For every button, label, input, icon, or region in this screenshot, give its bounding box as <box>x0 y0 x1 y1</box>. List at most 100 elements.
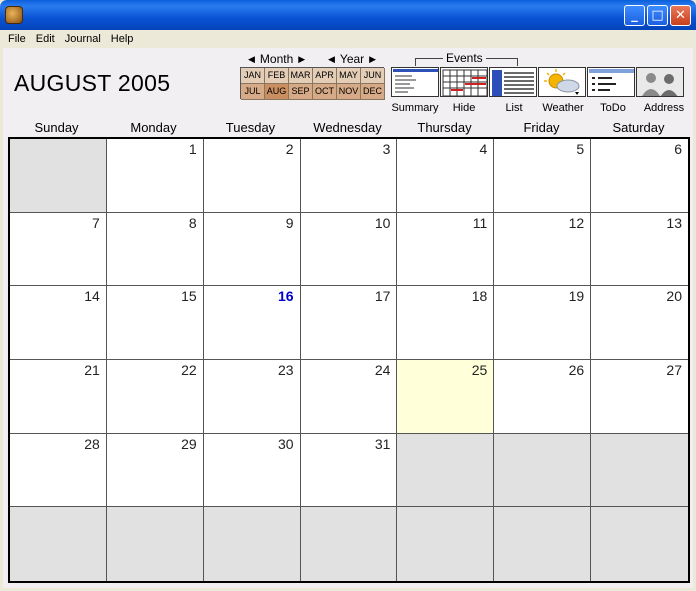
day-cell-23[interactable]: 23 <box>203 359 301 434</box>
empty-day-cell[interactable] <box>591 507 688 581</box>
maximize-button[interactable]: □ <box>647 5 668 26</box>
day-number: 30 <box>277 435 294 452</box>
next-month-button[interactable]: ▶ <box>293 54 310 65</box>
day-cell-18[interactable]: 18 <box>397 286 495 360</box>
weather-button[interactable] <box>538 67 586 97</box>
address-button[interactable] <box>636 67 684 97</box>
day-number: 31 <box>374 435 391 452</box>
weekday-friday: Friday <box>523 120 560 135</box>
close-button[interactable]: ✕ <box>670 5 691 26</box>
day-cell-10[interactable]: 10 <box>300 212 398 287</box>
day-cell-28[interactable]: 28 <box>10 433 107 508</box>
day-cell-2[interactable]: 2 <box>203 139 301 213</box>
todo-button[interactable] <box>587 67 635 97</box>
month-mar-button[interactable]: MAR <box>289 68 313 84</box>
day-cell-11[interactable]: 11 <box>397 212 495 287</box>
day-cell-15[interactable]: 15 <box>106 286 204 360</box>
menu-journal[interactable]: Journal <box>60 33 106 45</box>
day-number: 4 <box>479 141 488 157</box>
hide-button[interactable] <box>440 67 488 97</box>
menu-file[interactable]: File <box>3 33 31 45</box>
year-nav: ◀ Year ▶ <box>323 52 381 66</box>
month-picker: JAN FEB MAR APR MAY JUN JUL AUG SEP OCT NOV DEC <box>240 67 385 100</box>
day-cell-7[interactable]: 7 <box>10 212 107 287</box>
month-feb-button[interactable]: FEB <box>265 68 289 84</box>
page-title: AUGUST 2005 <box>14 70 171 96</box>
day-number: 5 <box>576 141 585 157</box>
day-number: 27 <box>666 361 682 378</box>
empty-day-cell[interactable] <box>106 507 204 581</box>
month-sep-button[interactable]: SEP <box>289 84 313 100</box>
calendar-panel: AUGUST 2005 ◀ Month ▶ ◀ Year ▶ JAN FEB MAR… <box>3 48 693 588</box>
day-cell-5[interactable]: 5 <box>494 139 592 213</box>
day-number: 22 <box>181 361 197 378</box>
month-nov-button[interactable]: NOV <box>337 84 361 100</box>
next-year-button[interactable]: ▶ <box>364 54 381 65</box>
list-button[interactable] <box>489 67 537 97</box>
day-cell-26[interactable]: 26 <box>494 359 592 434</box>
empty-day-cell[interactable] <box>591 433 688 508</box>
day-cell-20[interactable]: 20 <box>591 286 688 360</box>
day-number: 15 <box>181 288 197 305</box>
month-dec-button[interactable]: DEC <box>361 84 385 100</box>
day-cell-31[interactable]: 31 <box>300 433 398 508</box>
day-cell-9[interactable]: 9 <box>203 212 301 287</box>
address-icon <box>637 68 683 96</box>
month-apr-button[interactable]: APR <box>313 68 337 84</box>
day-cell-25[interactable]: 25 <box>397 359 495 434</box>
day-cell-3[interactable]: 3 <box>300 139 398 213</box>
menu-help[interactable]: Help <box>106 33 139 45</box>
month-oct-button[interactable]: OCT <box>313 84 337 100</box>
empty-day-cell[interactable] <box>494 433 592 508</box>
day-number: 24 <box>374 361 391 378</box>
day-cell-8[interactable]: 8 <box>106 212 204 287</box>
empty-day-cell[interactable] <box>494 507 592 581</box>
day-number: 26 <box>568 361 585 378</box>
month-may-button[interactable]: MAY <box>337 68 361 84</box>
day-number: 7 <box>92 214 100 231</box>
menu-bar: File Edit Journal Help <box>3 30 693 48</box>
prev-year-button[interactable]: ◀ <box>323 54 340 65</box>
day-cell-1[interactable]: 1 <box>106 139 204 213</box>
day-cell-22[interactable]: 22 <box>106 359 204 434</box>
empty-day-cell[interactable] <box>397 433 495 508</box>
day-cell-27[interactable]: 27 <box>591 359 688 434</box>
menu-edit[interactable]: Edit <box>31 33 60 45</box>
minimize-button[interactable]: _ <box>624 5 645 26</box>
day-cell-16[interactable]: 16 <box>203 286 301 360</box>
title-bar: _ □ ✕ <box>0 0 696 30</box>
month-nav-label: Month <box>259 52 294 66</box>
day-cell-24[interactable]: 24 <box>300 359 398 434</box>
empty-day-cell[interactable] <box>10 507 107 581</box>
day-number: 2 <box>285 141 294 157</box>
empty-day-cell[interactable] <box>10 139 107 213</box>
month-jun-button[interactable]: JUN <box>361 68 385 84</box>
day-number: 12 <box>568 214 585 231</box>
day-number: 10 <box>374 214 391 231</box>
weather-icon <box>544 69 580 95</box>
day-cell-4[interactable]: 4 <box>397 139 495 213</box>
empty-day-cell[interactable] <box>300 507 398 581</box>
day-number: 6 <box>674 141 682 157</box>
month-jan-button[interactable]: JAN <box>241 68 265 84</box>
empty-day-cell[interactable] <box>203 507 301 581</box>
weekday-tuesday: Tuesday <box>225 120 276 135</box>
day-cell-12[interactable]: 12 <box>494 212 592 287</box>
day-cell-29[interactable]: 29 <box>106 433 204 508</box>
day-cell-6[interactable]: 6 <box>591 139 688 213</box>
prev-month-button[interactable]: ◀ <box>243 54 260 65</box>
day-cell-13[interactable]: 13 <box>591 212 688 287</box>
day-cell-17[interactable]: 17 <box>300 286 398 360</box>
month-jul-button[interactable]: JUL <box>241 84 265 100</box>
empty-day-cell[interactable] <box>397 507 495 581</box>
day-number: 19 <box>568 288 585 305</box>
day-cell-14[interactable]: 14 <box>10 286 107 360</box>
day-number: 14 <box>84 288 100 305</box>
day-cell-19[interactable]: 19 <box>494 286 592 360</box>
day-cell-30[interactable]: 30 <box>203 433 301 508</box>
weekday-sunday: Sunday <box>34 120 79 135</box>
app-icon[interactable] <box>5 6 23 24</box>
summary-button[interactable] <box>391 67 439 97</box>
day-cell-21[interactable]: 21 <box>10 359 107 434</box>
month-aug-button[interactable]: AUG <box>265 84 289 100</box>
